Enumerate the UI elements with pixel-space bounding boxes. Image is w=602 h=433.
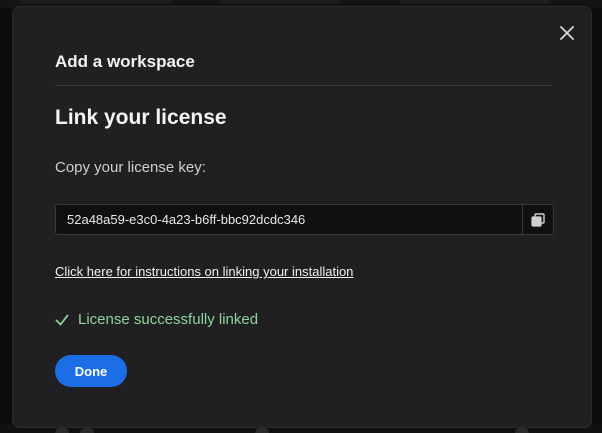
background-element [515,428,529,433]
success-text: License successfully linked [78,311,259,328]
background-element [400,0,550,4]
instructions-link[interactable]: Click here for instructions on linking y… [55,264,353,279]
background-element [80,428,94,433]
background-element [20,0,170,4]
close-icon [560,26,574,40]
check-icon [55,314,69,325]
done-button[interactable]: Done [55,355,127,387]
license-key-input[interactable] [56,205,522,234]
copy-icon [531,212,545,227]
section-title: Link your license [55,106,227,129]
license-key-field [55,204,554,235]
dialog-title: Add a workspace [55,52,195,71]
add-workspace-dialog: Add a workspace Link your license Copy y… [12,6,592,428]
background-element [220,0,340,4]
background-element [55,428,69,433]
copy-key-label: Copy your license key: [55,159,206,176]
title-divider [55,85,551,86]
background-element [255,428,269,433]
success-message: License successfully linked [55,311,258,328]
close-button[interactable] [555,21,579,45]
copy-key-button[interactable] [522,205,553,234]
